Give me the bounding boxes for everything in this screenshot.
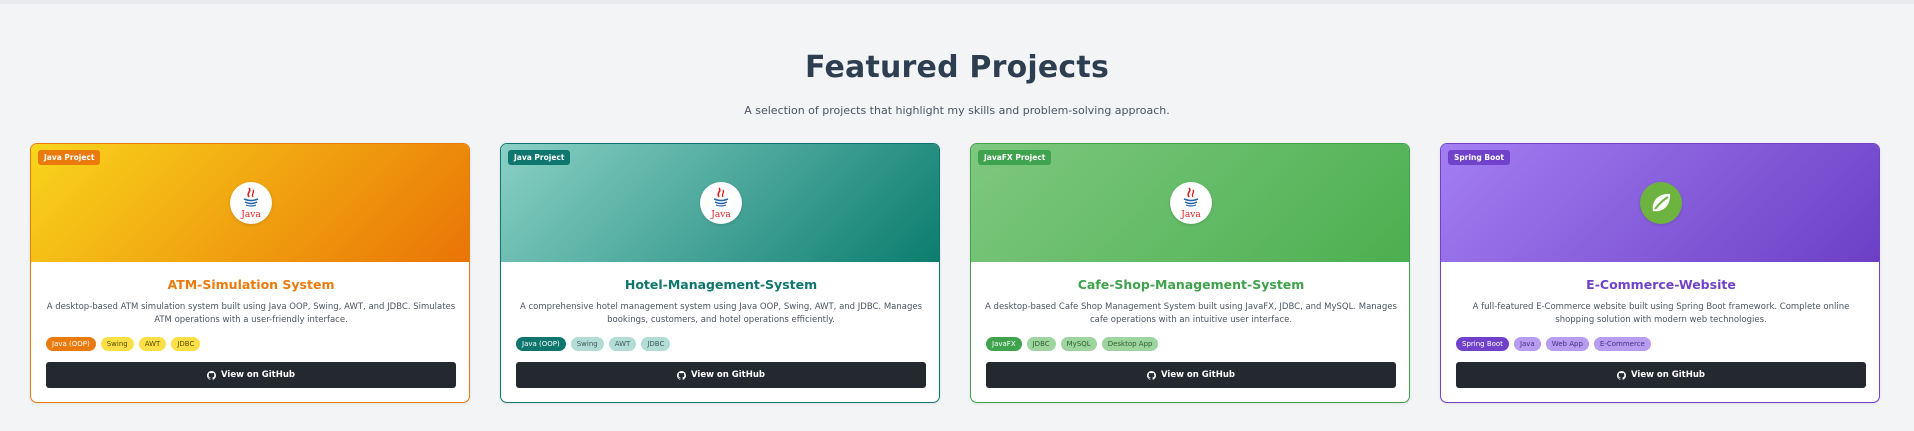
- view-on-github-button[interactable]: View on GitHub: [1456, 362, 1866, 388]
- tech-tag: AWT: [608, 337, 637, 351]
- card-banner: Java Project Java: [31, 144, 469, 262]
- top-divider: [0, 0, 1914, 4]
- java-cup-icon: Java: [1180, 187, 1201, 220]
- tech-tags: Java (OOP) Swing AWT JDBC: [516, 337, 671, 351]
- card-banner: Java Project Java: [501, 144, 939, 262]
- java-cup-icon: Java: [240, 187, 261, 220]
- github-button-label: View on GitHub: [691, 370, 765, 380]
- project-type-badge: JavaFX Project: [978, 150, 1052, 165]
- project-card: Spring Boot E-Commerce-Website A full-feat…: [1440, 143, 1880, 403]
- java-logo: Java: [700, 182, 742, 224]
- project-description: A full-featured E-Commerce website built…: [1472, 302, 1850, 325]
- tech-tag: JDBC: [171, 337, 201, 351]
- github-button-label: View on GitHub: [1631, 370, 1705, 380]
- java-logo-text: Java: [240, 210, 261, 220]
- tech-tag: Java: [1513, 337, 1541, 351]
- tech-tag: JDBC: [641, 337, 671, 351]
- card-banner: JavaFX Project Java: [971, 144, 1409, 262]
- view-on-github-button[interactable]: View on GitHub: [516, 362, 926, 388]
- tech-tags: JavaFX JDBC MySQL Desktop App: [986, 337, 1159, 351]
- github-icon: [1147, 370, 1156, 380]
- view-on-github-button[interactable]: View on GitHub: [986, 362, 1396, 388]
- project-card: JavaFX Project Java Cafe-Shop-Management-S…: [970, 143, 1410, 403]
- tech-tag: Spring Boot: [1456, 337, 1509, 351]
- project-title: ATM-Simulation System: [167, 277, 335, 292]
- github-button-label: View on GitHub: [221, 370, 295, 380]
- github-icon: [207, 370, 216, 380]
- project-description: A desktop-based Cafe Shop Management Sys…: [985, 302, 1397, 325]
- project-card: Java Project Java ATM-Simulation System A d…: [30, 143, 470, 403]
- tech-tag: Swing: [100, 337, 134, 351]
- github-button-label: View on GitHub: [1161, 370, 1235, 380]
- view-on-github-button[interactable]: View on GitHub: [46, 362, 456, 388]
- java-cup-icon: Java: [710, 187, 731, 220]
- java-logo-text: Java: [710, 210, 731, 220]
- java-logo: Java: [1170, 182, 1212, 224]
- project-description: A comprehensive hotel management system …: [519, 302, 923, 325]
- tech-tag: Swing: [570, 337, 604, 351]
- tech-tag: Web App: [1545, 337, 1589, 351]
- project-title: E-Commerce-Website: [1586, 277, 1736, 292]
- project-title: Hotel-Management-System: [624, 277, 818, 292]
- tech-tags: Java (OOP) Swing AWT JDBC: [46, 337, 201, 351]
- project-type-badge: Spring Boot: [1448, 150, 1510, 165]
- project-title: Cafe-Shop-Management-System: [1077, 277, 1305, 292]
- java-logo: Java: [230, 182, 272, 224]
- tech-tag: Java (OOP): [516, 337, 566, 351]
- github-icon: [1617, 370, 1626, 380]
- github-icon: [677, 370, 686, 380]
- spring-leaf-logo: [1640, 182, 1682, 224]
- tech-tag: Java (OOP): [46, 337, 96, 351]
- tech-tag: E-Commerce: [1593, 337, 1651, 351]
- tech-tags: Spring Boot Java Web App E-Commerce: [1456, 337, 1651, 351]
- project-description: A desktop-based ATM simulation system bu…: [46, 302, 456, 325]
- tech-tag: JDBC: [1026, 337, 1056, 351]
- tech-tag: Desktop App: [1101, 337, 1159, 351]
- tech-tag: JavaFX: [986, 337, 1022, 351]
- section-title: Featured Projects: [804, 50, 1110, 85]
- tech-tag: AWT: [138, 337, 167, 351]
- section-subtitle: A selection of projects that highlight m…: [744, 104, 1170, 117]
- projects-grid: Java Project Java ATM-Simulation System A d…: [30, 143, 1886, 403]
- project-card: Java Project Java Hotel-Management-System A…: [500, 143, 940, 403]
- java-logo-text: Java: [1180, 210, 1201, 220]
- tech-tag: MySQL: [1060, 337, 1097, 351]
- project-type-badge: Java Project: [508, 150, 571, 165]
- spring-leaf-icon: [1652, 193, 1671, 212]
- project-type-badge: Java Project: [38, 150, 101, 165]
- card-banner: Spring Boot: [1441, 144, 1879, 262]
